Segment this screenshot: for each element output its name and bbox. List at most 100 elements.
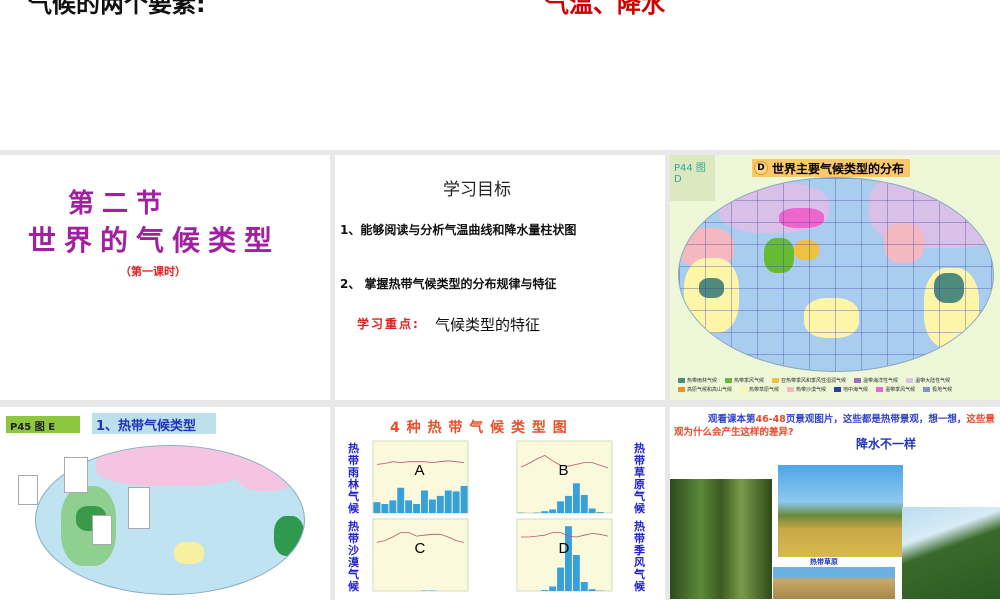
chart-letter: D xyxy=(559,540,570,557)
precip-bar xyxy=(557,567,564,591)
precip-bar xyxy=(541,590,549,591)
goal-1: 1、能够阅读与分析气温曲线和降水量柱状图 xyxy=(340,223,577,237)
precip-bar xyxy=(381,504,389,513)
legend-swatch xyxy=(923,387,931,392)
photo-caption: 热带草原 xyxy=(810,558,838,566)
map-title: 世界主要气候类型的分布 xyxy=(772,161,905,176)
slide-thumbnail-tropical-types[interactable]: P45 图 E 1、热带气候类型 xyxy=(0,407,330,600)
slide-text: 气候的两个要素: xyxy=(28,0,206,18)
legend-item: 热带雨林气候 xyxy=(678,377,717,384)
legend-label: 极地气候 xyxy=(932,387,953,393)
focus-label: 学习重点: xyxy=(357,317,420,331)
legend-item: 温带大陆性气候 xyxy=(906,377,950,384)
precip-bar xyxy=(572,483,580,513)
inset-chart xyxy=(128,487,150,529)
legend-item: 热带草原气候 xyxy=(740,386,779,393)
legend-swatch xyxy=(876,387,884,392)
legend-item: 高原气候和高山气候 xyxy=(678,386,732,393)
chart-letter: B xyxy=(559,462,569,479)
heading: 学习目标 xyxy=(443,180,511,200)
precip-bar xyxy=(580,495,588,513)
legend-swatch xyxy=(772,378,780,383)
legend-swatch xyxy=(740,387,748,392)
precip-bar xyxy=(397,487,405,513)
world-map xyxy=(678,177,994,372)
legend-item: 地中海气候 xyxy=(834,386,868,393)
question-text: 观看课本第46-48页景观图片，这些都是热带景观，想一想，这些景观为什么会产生这… xyxy=(674,413,996,439)
climate-charts: A B C D xyxy=(372,440,613,592)
section-label: 第二节 xyxy=(68,189,171,219)
legend-label: 热带草原气候 xyxy=(749,387,780,393)
precip-bar xyxy=(436,495,444,513)
savanna-photo xyxy=(778,465,903,557)
legend-item: 热带季风气候 xyxy=(725,377,764,384)
legend-label: 热带雨林气候 xyxy=(687,378,718,384)
chart-letter: A xyxy=(415,462,425,479)
slide-thumbnail-goals[interactable]: 学习目标 1、能够阅读与分析气温曲线和降水量柱状图 2、 掌握热带气候类型的分布… xyxy=(335,155,665,400)
legend-swatch xyxy=(678,378,685,383)
inset-chart xyxy=(64,457,88,493)
rainforest-photo xyxy=(670,479,772,599)
monsoon-forest-photo xyxy=(902,507,1000,599)
text: 观看课本第 xyxy=(708,414,756,425)
slide-title: 世界的气候类型 xyxy=(28,224,281,257)
desert-photo xyxy=(773,567,895,599)
slide-thumbnail-landscapes[interactable]: 观看课本第46-48页景观图片，这些都是热带景观，想一想，这些景观为什么会产生这… xyxy=(670,407,1000,600)
slide-thumbnail-climate-map[interactable]: P44 图 D D 世界主要气候类型的分布 热带雨林气候 热带季风气候 亚热带季风和… xyxy=(670,155,1000,400)
slide-text-red: 气温、降水 xyxy=(545,0,665,18)
legend-label: 温带季风气候 xyxy=(885,387,916,393)
legend-item: 热带沙漠气候 xyxy=(787,386,826,393)
legend-item: 温带季风气候 xyxy=(876,386,915,393)
focus-text: 气候类型的特征 xyxy=(435,316,541,334)
legend-label: 温带海洋性气候 xyxy=(863,378,899,384)
legend-label: 高原气候和高山气候 xyxy=(687,387,733,393)
chart-letter: C xyxy=(415,540,426,557)
slide-thumbnail-climate-charts[interactable]: 4 种 热 带 气 候 类 型 图 热带雨林气候 热带草原气候 热带沙漠气候 热… xyxy=(335,407,665,600)
inset-chart xyxy=(92,515,112,545)
precip-bar xyxy=(389,500,397,513)
precip-bar xyxy=(572,555,580,591)
legend-label: 亚热带季风和季风性湿润气候 xyxy=(781,378,847,384)
badge: D xyxy=(754,161,768,175)
precip-bar xyxy=(373,502,381,513)
legend-swatch xyxy=(678,387,685,392)
legend-swatch xyxy=(725,378,733,383)
page-reference: P44 图 D xyxy=(670,155,715,201)
slide-thumbnail-title[interactable]: 第二节 世界的气候类型 （第一课时） xyxy=(0,155,330,400)
legend-label: 热带季风气候 xyxy=(734,378,765,384)
precip-bar xyxy=(557,501,564,513)
legend-swatch xyxy=(854,378,862,383)
inset-chart xyxy=(18,475,38,505)
page-range: 46-48 xyxy=(755,414,786,425)
legend-item: 极地气候 xyxy=(923,386,952,393)
page-reference: P45 图 E xyxy=(6,416,80,433)
legend-swatch xyxy=(787,387,795,392)
precip-bar xyxy=(580,582,588,591)
legend-label: 热带沙漠气候 xyxy=(796,387,827,393)
previous-slide-thumbnail[interactable]: 气候的两个要素: 气温、降水 xyxy=(0,0,1000,150)
legend-swatch xyxy=(906,378,914,383)
precip-bar xyxy=(428,499,436,513)
legend-item: 温带海洋性气候 xyxy=(854,377,898,384)
map-title-banner: D 世界主要气候类型的分布 xyxy=(752,159,911,177)
slide-title: 1、热带气候类型 xyxy=(92,413,216,434)
precip-bar xyxy=(421,490,428,513)
precip-bar xyxy=(549,509,557,513)
legend-label: 温带大陆性气候 xyxy=(915,378,951,384)
precip-bar xyxy=(588,508,596,513)
precip-bar xyxy=(549,586,557,591)
legend-swatch xyxy=(834,387,842,392)
precip-bar xyxy=(413,504,420,513)
precip-bar xyxy=(596,512,604,513)
legend-item: 亚热带季风和季风性湿润气候 xyxy=(772,377,846,384)
text: 页景观图片，这些都是热带景观，想一想， xyxy=(785,414,967,425)
precip-bar xyxy=(588,589,596,591)
precip-bar xyxy=(452,491,460,513)
precip-bar xyxy=(565,495,572,513)
precip-bar xyxy=(460,486,468,513)
subtitle: （第一课时） xyxy=(120,265,186,278)
goal-2: 2、 掌握热带气候类型的分布规律与特征 xyxy=(340,277,557,291)
precip-bar xyxy=(444,490,452,513)
map-legend: 热带雨林气候 热带季风气候 亚热带季风和季风性湿润气候 温带海洋性气候 温带大陆性气候高… xyxy=(678,377,998,393)
precip-bar xyxy=(541,511,549,513)
